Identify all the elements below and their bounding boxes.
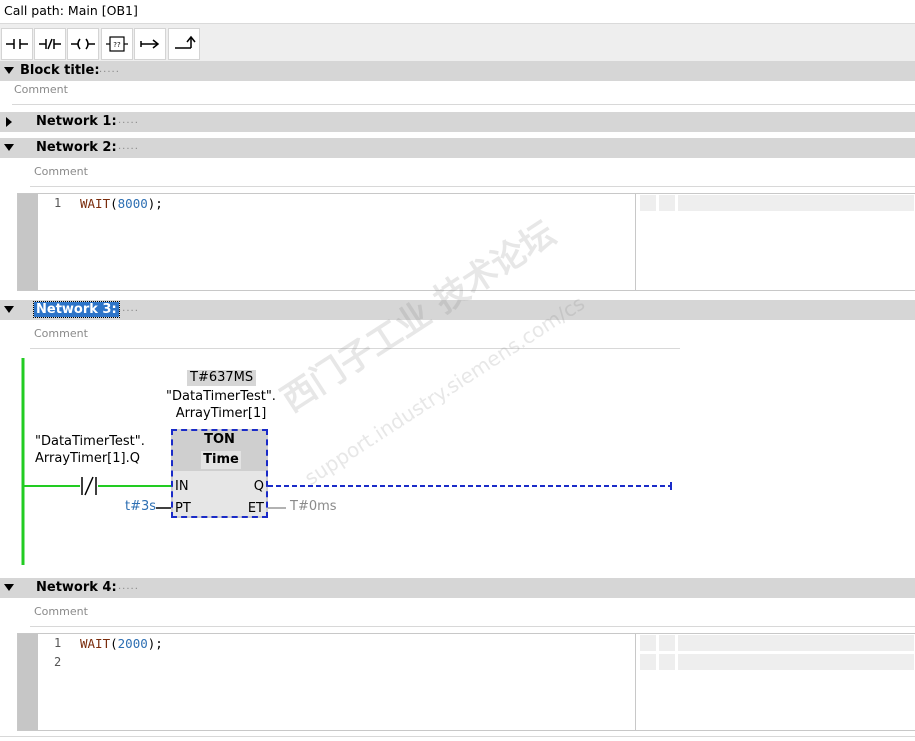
info-cell — [659, 654, 675, 670]
contact-tag-line: "DataTimerTest". — [35, 434, 145, 449]
network-3-title-text: Network 3: — [33, 301, 120, 318]
pin-pt: PT — [175, 501, 191, 516]
normally-closed-contact-icon — [39, 38, 61, 50]
network-3-name[interactable]: ..... — [118, 303, 139, 314]
info-cell — [640, 635, 656, 651]
timer-monitor-value: T#637MS — [187, 370, 257, 386]
coil-button[interactable] — [67, 28, 99, 60]
network-3-comment[interactable]: Comment — [34, 327, 88, 340]
close-branch-icon — [175, 35, 196, 49]
line-number: 1 — [54, 196, 62, 210]
code-keyword: WAIT — [80, 196, 111, 211]
timer-tag-line: ArrayTimer[1] — [175, 406, 267, 421]
toolbar: ?? — [0, 23, 915, 62]
normally-closed-contact-button[interactable] — [34, 28, 66, 60]
contact-tag[interactable]: "DataTimerTest". ArrayTimer[1].Q — [35, 433, 145, 467]
line-number: 1 — [54, 636, 62, 650]
open-branch-icon — [140, 39, 160, 49]
info-cell — [678, 635, 914, 651]
collapse-arrow-icon[interactable] — [4, 67, 14, 74]
network-2-header[interactable]: Network 2: ..... — [0, 138, 915, 158]
svg-text:??: ?? — [113, 41, 121, 49]
info-cell — [678, 654, 914, 670]
code-punct: ( — [110, 636, 118, 651]
block-title-header[interactable]: Block title: ..... — [0, 61, 915, 81]
network-2-name[interactable]: ..... — [118, 141, 139, 152]
divider — [30, 348, 680, 349]
timer-tag-line: "DataTimerTest". — [166, 389, 276, 404]
network-4-header[interactable]: Network 4: ..... — [0, 578, 915, 598]
network-2-code-editor[interactable]: 1 WAIT(8000); — [17, 193, 915, 291]
network-2-comment[interactable]: Comment — [34, 165, 88, 178]
pin-et: ET — [247, 501, 264, 516]
info-cell — [659, 635, 675, 651]
normally-open-contact-button[interactable] — [1, 28, 33, 60]
timer-instance-tag[interactable]: "DataTimerTest". ArrayTimer[1] — [165, 388, 277, 422]
network-3-title[interactable]: Network 3: — [33, 301, 120, 318]
info-cell — [659, 195, 675, 211]
timer-type: TON — [204, 432, 235, 447]
network-3-header[interactable]: Network 3: ..... — [0, 300, 915, 320]
code-number: 8000 — [117, 196, 148, 211]
network-1-header[interactable]: Network 1: ..... — [0, 112, 915, 132]
collapse-arrow-icon[interactable] — [4, 144, 14, 151]
code-number: 2000 — [117, 636, 148, 651]
code-splitter[interactable] — [635, 194, 636, 290]
open-branch-button[interactable] — [134, 28, 166, 60]
divider — [12, 104, 915, 105]
block-title-value[interactable]: ..... — [99, 64, 120, 75]
expand-arrow-icon[interactable] — [6, 117, 12, 127]
et-operand[interactable]: T#0ms — [290, 499, 337, 514]
code-gutter — [18, 634, 38, 730]
normally-closed-contact[interactable] — [81, 476, 97, 496]
pin-in: IN — [175, 479, 189, 494]
collapse-arrow-icon[interactable] — [4, 584, 14, 591]
divider — [30, 626, 915, 627]
network-4-name[interactable]: ..... — [118, 581, 139, 592]
empty-box-button[interactable]: ?? — [101, 28, 133, 60]
network-4-comment[interactable]: Comment — [34, 605, 88, 618]
network-1-name[interactable]: ..... — [118, 115, 139, 126]
network-2-title: Network 2: — [36, 140, 117, 155]
call-path: Call path: Main [OB1] — [4, 3, 138, 18]
normally-open-contact-icon — [6, 39, 28, 49]
block-title: Block title: — [20, 63, 100, 78]
empty-box-icon: ?? — [106, 36, 128, 52]
info-cell — [640, 195, 656, 211]
code-punct: ); — [147, 196, 163, 211]
coil-icon — [71, 38, 95, 50]
code-punct: ); — [147, 636, 163, 651]
line-number: 2 — [54, 655, 62, 669]
collapse-arrow-icon[interactable] — [4, 306, 14, 313]
close-branch-button[interactable] — [168, 28, 200, 60]
network-4-code-editor[interactable]: 1 WAIT(2000); 2 — [17, 633, 915, 731]
timer-subtype[interactable]: Time — [201, 451, 241, 469]
contact-tag-line: ArrayTimer[1].Q — [35, 451, 140, 466]
network-4-title: Network 4: — [36, 580, 117, 595]
pt-operand[interactable]: t#3s — [125, 499, 156, 514]
info-cell — [640, 654, 656, 670]
network-1-title: Network 1: — [36, 114, 117, 129]
code-keyword: WAIT — [80, 636, 111, 651]
code-line[interactable]: WAIT(8000); — [80, 196, 163, 211]
block-comment[interactable]: Comment — [14, 83, 68, 96]
info-cell — [678, 195, 914, 211]
code-splitter[interactable] — [635, 634, 636, 730]
divider — [30, 186, 915, 187]
ton-timer-box[interactable]: TON Time IN Q PT ET — [171, 429, 268, 518]
bottom-divider — [0, 736, 915, 737]
pin-q: Q — [253, 479, 264, 494]
code-gutter — [18, 194, 38, 290]
code-line[interactable]: WAIT(2000); — [80, 636, 163, 651]
code-punct: ( — [110, 196, 118, 211]
